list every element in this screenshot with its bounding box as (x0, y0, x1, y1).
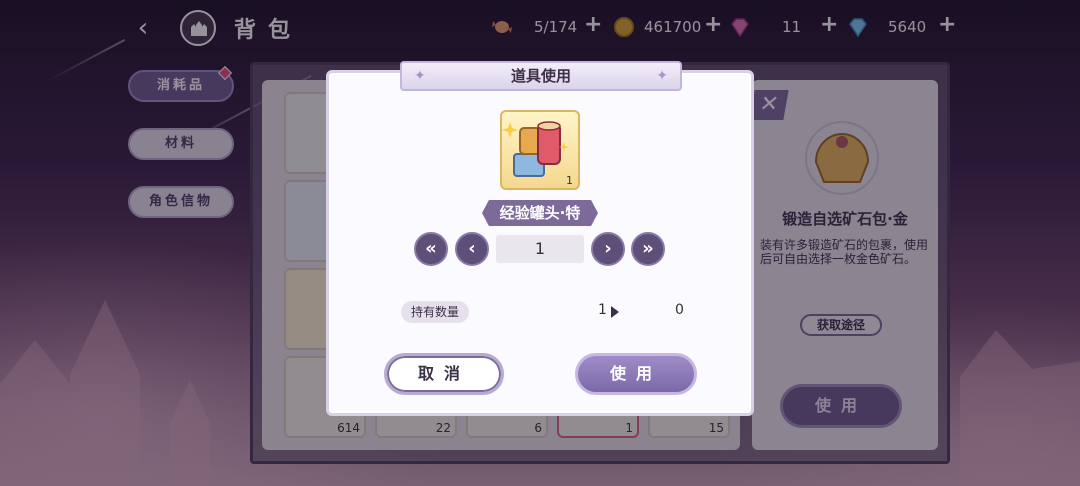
double-chevron-left-icon: « (425, 238, 437, 259)
item-icon-frame: 1 (500, 110, 580, 190)
dialog-title: 道具使用 (510, 67, 571, 85)
dialog-item-name: 经验罐头·特 (482, 200, 598, 226)
sparkle-icon: ✦ (656, 68, 668, 84)
owned-current-value: 1 (598, 302, 607, 318)
chevron-left-icon: ‹ (468, 238, 476, 259)
double-chevron-right-icon: » (642, 238, 654, 259)
quantity-increase-button[interactable]: › (591, 232, 625, 266)
quantity-min-button[interactable]: « (414, 232, 448, 266)
arrow-right-icon (611, 306, 619, 318)
quantity-input[interactable]: 1 (496, 235, 584, 263)
use-button[interactable]: 使用 (575, 353, 697, 395)
owned-after-value: 0 (675, 302, 684, 318)
dialog-title-bar: ✦ 道具使用 ✦ (400, 61, 682, 91)
quantity-decrease-button[interactable]: ‹ (455, 232, 489, 266)
sparkle-icon: ✦ (414, 68, 426, 84)
chevron-right-icon: › (604, 238, 612, 259)
cancel-button[interactable]: 取消 (384, 353, 504, 395)
item-count: 1 (566, 174, 573, 187)
owned-quantity-label: 持有数量 (401, 301, 469, 323)
quantity-max-button[interactable]: » (631, 232, 665, 266)
